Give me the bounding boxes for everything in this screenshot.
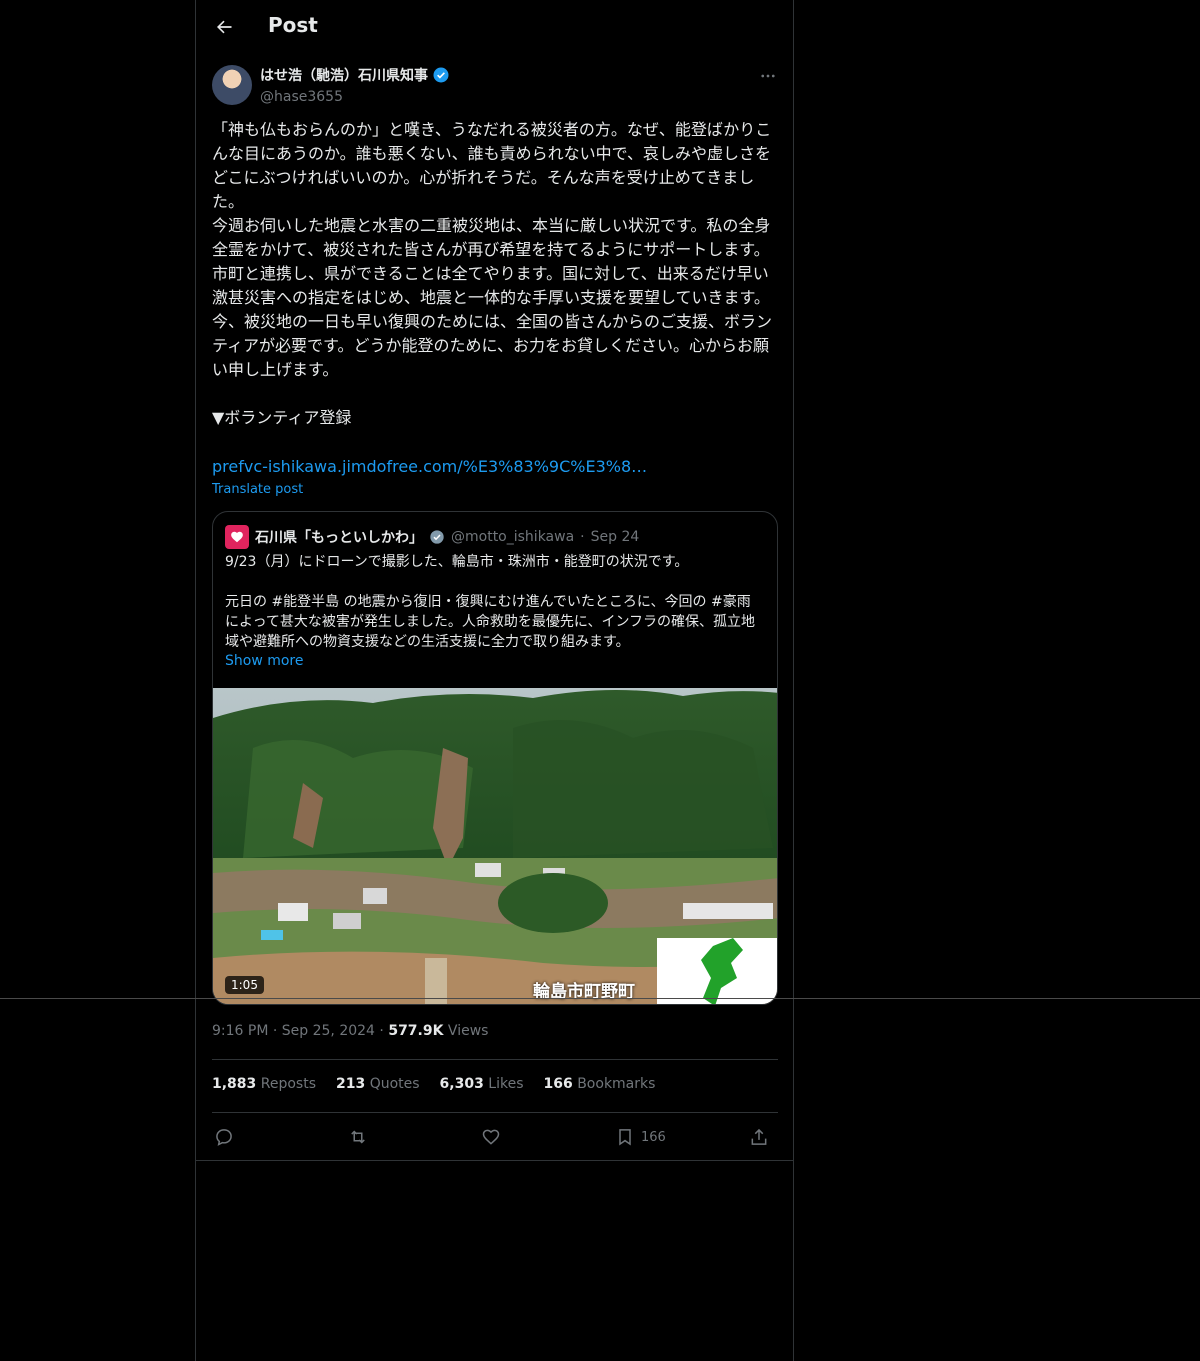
views-count: 577.9K <box>388 1023 444 1039</box>
arrow-left-icon <box>217 20 232 34</box>
quoted-text: 9/23（月）にドローンで撮影した、輪島市・珠洲市・能登町の状況です。 元日の … <box>225 554 756 650</box>
reposts-stat[interactable]: 1,883 Reposts <box>212 1076 316 1092</box>
quoted-post-header: 石川県「もっといしかわ」 @motto_ishikawa · Sep 24 <box>225 525 639 549</box>
drone-video[interactable]: 1:05 輪島市町野町 <box>213 688 777 1004</box>
engagement-stats: 1,883 Reposts 213 Quotes 6,303 Likes 166… <box>212 1076 655 1092</box>
like-button[interactable] <box>481 1124 501 1150</box>
share-icon <box>751 1128 767 1145</box>
post-text: 「神も仏もおらんのか」と嘆き、うなだれる被災者の方。なぜ、能登ばかりこんな目にあ… <box>212 120 773 427</box>
share-button[interactable] <box>749 1124 769 1150</box>
action-bar: 166 <box>212 1124 778 1150</box>
quoted-post[interactable]: 石川県「もっといしかわ」 @motto_ishikawa · Sep 24 9/… <box>212 511 778 1005</box>
quoted-author-handle: @motto_ishikawa <box>451 529 575 545</box>
translate-post-link[interactable]: Translate post <box>212 482 303 497</box>
separator-dot: · <box>379 1023 384 1039</box>
back-button[interactable] <box>208 11 240 43</box>
divider <box>196 1160 793 1161</box>
horizontal-line <box>0 998 1200 999</box>
reposts-label: Reposts <box>260 1076 316 1092</box>
quotes-label: Quotes <box>369 1076 420 1092</box>
quoted-date: Sep 24 <box>590 529 640 545</box>
separator-dot: · <box>272 1023 278 1039</box>
likes-label: Likes <box>488 1076 524 1092</box>
verified-badge-icon <box>433 67 449 83</box>
bookmark-count: 166 <box>641 1129 666 1145</box>
author-name: はせ浩（馳浩）石川県知事 <box>260 68 428 84</box>
more-horizontal-icon <box>761 74 775 78</box>
quotes-stat[interactable]: 213 Quotes <box>336 1076 420 1092</box>
page-title: Post <box>268 13 318 37</box>
quoted-author-name: 石川県「もっといしかわ」 <box>255 530 423 546</box>
reposts-count: 1,883 <box>212 1076 257 1092</box>
likes-count: 6,303 <box>439 1076 484 1092</box>
top-bar: Post <box>196 0 794 54</box>
post-time[interactable]: 9:16 PM <box>212 1023 268 1039</box>
more-options-button[interactable] <box>756 64 780 88</box>
volunteer-link[interactable]: prefvc-ishikawa.jimdofree.com/%E3%83%9C%… <box>212 455 647 479</box>
post-date[interactable]: Sep 25, 2024 <box>282 1023 375 1039</box>
bookmarks-count: 166 <box>543 1076 573 1092</box>
divider <box>212 1059 778 1060</box>
author-name-link[interactable]: はせ浩（馳浩）石川県知事 <box>260 65 450 85</box>
author-handle[interactable]: @hase3655 <box>260 89 450 105</box>
quoted-avatar <box>225 525 249 549</box>
post-column: Post はせ浩（馳浩）石川県知事 @hase3655 「神も仏もおらんのか」と… <box>195 0 794 1361</box>
video-thumbnail <box>213 688 777 1004</box>
views-label: Views <box>447 1023 489 1039</box>
separator-dot: · <box>580 529 585 545</box>
repost-button[interactable] <box>347 1124 369 1150</box>
verified-badge-icon <box>430 530 444 544</box>
avatar[interactable] <box>212 65 252 105</box>
bookmark-button[interactable]: 166 <box>615 1124 666 1150</box>
divider <box>212 1112 778 1113</box>
heart-icon <box>482 1129 500 1145</box>
author-block: はせ浩（馳浩）石川県知事 @hase3655 <box>260 65 450 105</box>
heart-logo-icon <box>231 531 243 543</box>
show-more-link[interactable]: Show more <box>225 653 304 669</box>
bookmarks-label: Bookmarks <box>577 1076 656 1092</box>
reply-icon <box>216 1129 232 1146</box>
bookmarks-stat[interactable]: 166 Bookmarks <box>544 1076 656 1092</box>
quotes-count: 213 <box>336 1076 366 1092</box>
post-meta: 9:16 PM · Sep 25, 2024 · 577.9K Views <box>212 1023 488 1039</box>
video-duration: 1:05 <box>225 976 264 994</box>
reply-button[interactable] <box>214 1124 234 1150</box>
repost-icon <box>351 1130 365 1144</box>
likes-stat[interactable]: 6,303 Likes <box>440 1076 524 1092</box>
bookmark-icon <box>619 1129 631 1146</box>
